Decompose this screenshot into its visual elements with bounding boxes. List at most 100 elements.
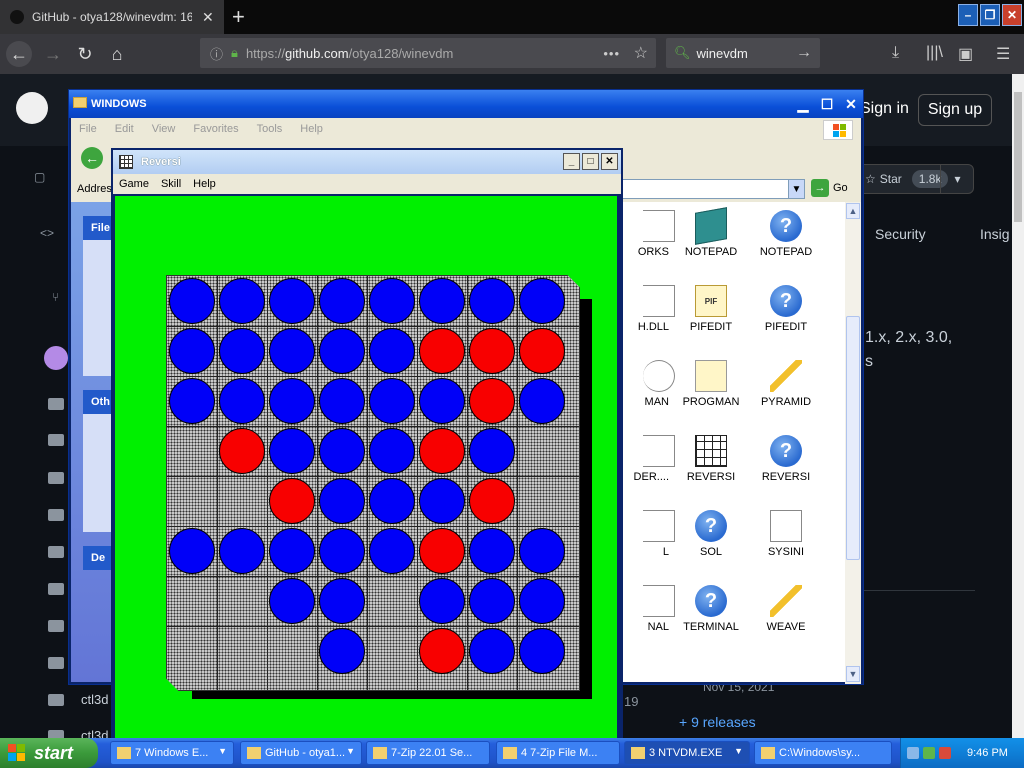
menu-game[interactable]: Game (119, 178, 149, 190)
star-dropdown-icon[interactable]: ▾ (940, 164, 974, 194)
file-item[interactable]: ? REVERSI (746, 435, 826, 483)
file-item[interactable]: PROGMAN (671, 360, 751, 408)
blue-disc[interactable] (469, 628, 515, 674)
sign-up-button[interactable]: Sign up (918, 94, 992, 126)
scrollbar-thumb[interactable] (846, 316, 860, 560)
reversi-board[interactable] (166, 275, 580, 691)
blue-disc[interactable] (269, 278, 315, 324)
file-item[interactable]: ? SOL (671, 510, 751, 558)
blue-disc[interactable] (419, 478, 465, 524)
task-pane-header[interactable]: Oth (83, 390, 113, 414)
blue-disc[interactable] (219, 528, 265, 574)
blue-disc[interactable] (519, 628, 565, 674)
blue-disc[interactable] (419, 278, 465, 324)
address-dropdown-icon[interactable]: ▼ (788, 180, 804, 198)
blue-disc[interactable] (369, 428, 415, 474)
url-bar[interactable]: ⓘ 🔒︎ https://github.com/otya128/winevdm … (200, 38, 656, 68)
blue-disc[interactable] (269, 328, 315, 374)
red-disc[interactable] (219, 428, 265, 474)
scrollbar-thumb[interactable] (1014, 92, 1022, 222)
red-disc[interactable] (419, 428, 465, 474)
file-link[interactable]: ctl3d (81, 692, 108, 707)
red-disc[interactable] (469, 478, 515, 524)
releases-link[interactable]: + 9 releases (679, 714, 756, 730)
browser-tab[interactable]: GitHub - otya128/winevdm: 16-bit ✕ (0, 0, 224, 34)
file-item[interactable]: ? TERMINAL (671, 585, 751, 633)
red-disc[interactable] (269, 478, 315, 524)
explorer-scrollbar[interactable]: ▲ ▼ (845, 202, 861, 684)
forward-icon[interactable]: → (40, 41, 66, 67)
minimize-button[interactable]: _ (563, 153, 580, 170)
start-button[interactable]: start (0, 738, 98, 768)
blue-disc[interactable] (219, 328, 265, 374)
file-item[interactable]: PYRAMID (746, 360, 826, 408)
file-item[interactable]: ? PIFEDIT (746, 285, 826, 333)
reload-icon[interactable]: ↻ (72, 41, 98, 67)
security-shield-icon[interactable] (939, 747, 951, 759)
library-icon[interactable]: |||\ (926, 44, 943, 62)
restore-button[interactable]: ❐ (980, 4, 1000, 26)
go-button[interactable]: → Go (811, 179, 848, 197)
page-scrollbar[interactable] (1012, 74, 1024, 738)
search-go-icon[interactable]: → (796, 44, 812, 62)
back-icon[interactable]: ← (6, 41, 32, 67)
minimize-button[interactable]: ▁ (793, 95, 813, 113)
taskbar-button[interactable]: GitHub - otya1... ▼ (240, 741, 362, 765)
blue-disc[interactable] (319, 478, 365, 524)
blue-disc[interactable] (369, 528, 415, 574)
menu-edit[interactable]: Edit (115, 123, 134, 135)
blue-disc[interactable] (169, 378, 215, 424)
red-disc[interactable] (419, 528, 465, 574)
new-tab-icon[interactable]: + (232, 4, 245, 30)
blue-disc[interactable] (219, 278, 265, 324)
network-icon[interactable] (907, 747, 919, 759)
red-disc[interactable] (419, 628, 465, 674)
blue-disc[interactable] (269, 528, 315, 574)
blue-disc[interactable] (469, 428, 515, 474)
explorer-titlebar[interactable]: WINDOWS ▁ ☐ ✕ (69, 90, 863, 118)
menu-view[interactable]: View (152, 123, 176, 135)
taskbar-button[interactable]: 3 NTVDM.EXE ▼ (624, 741, 750, 765)
blue-disc[interactable] (369, 278, 415, 324)
tab-insights[interactable]: Insig (980, 226, 1010, 242)
blue-disc[interactable] (469, 278, 515, 324)
safely-remove-icon[interactable] (923, 747, 935, 759)
red-disc[interactable] (469, 328, 515, 374)
menu-tools[interactable]: Tools (257, 123, 283, 135)
blue-disc[interactable] (519, 578, 565, 624)
menu-help[interactable]: Help (300, 123, 323, 135)
menu-file[interactable]: File (79, 123, 97, 135)
reversi-titlebar[interactable]: Reversi _ □ ✕ (113, 150, 621, 174)
blue-disc[interactable] (319, 528, 365, 574)
minimize-button[interactable]: – (958, 4, 978, 26)
menu-skill[interactable]: Skill (161, 178, 181, 190)
branch-icon[interactable]: ⑂ (52, 290, 59, 304)
reversi-app-icon[interactable] (119, 155, 133, 169)
blue-disc[interactable] (419, 578, 465, 624)
close-button[interactable]: ✕ (841, 95, 861, 113)
github-logo-icon[interactable] (16, 92, 48, 124)
search-input[interactable]: 🔍︎ winevdm → (666, 38, 820, 68)
blue-disc[interactable] (369, 378, 415, 424)
maximize-button[interactable]: ☐ (817, 95, 837, 113)
blue-disc[interactable] (319, 378, 365, 424)
blue-disc[interactable] (519, 278, 565, 324)
download-icon[interactable]: ⤓ (892, 44, 899, 62)
blue-disc[interactable] (169, 528, 215, 574)
blue-disc[interactable] (469, 578, 515, 624)
file-item[interactable]: SYSINI (746, 510, 826, 558)
blue-disc[interactable] (169, 328, 215, 374)
red-disc[interactable] (419, 328, 465, 374)
page-actions-icon[interactable]: ••• (603, 46, 620, 61)
taskbar-button[interactable]: 7 Windows E... ▼ (110, 741, 234, 765)
file-item[interactable]: ? NOTEPAD (746, 210, 826, 258)
blue-disc[interactable] (269, 428, 315, 474)
home-icon[interactable]: ⌂ (104, 41, 130, 67)
task-pane-header[interactable]: File (83, 216, 113, 240)
menu-favorites[interactable]: Favorites (193, 123, 238, 135)
menu-help[interactable]: Help (193, 178, 216, 190)
sign-in-link[interactable]: Sign in (860, 100, 909, 118)
blue-disc[interactable] (169, 278, 215, 324)
sidebar-icon[interactable]: ▣ (958, 44, 973, 64)
file-item[interactable]: PIF PIFEDIT (671, 285, 751, 333)
